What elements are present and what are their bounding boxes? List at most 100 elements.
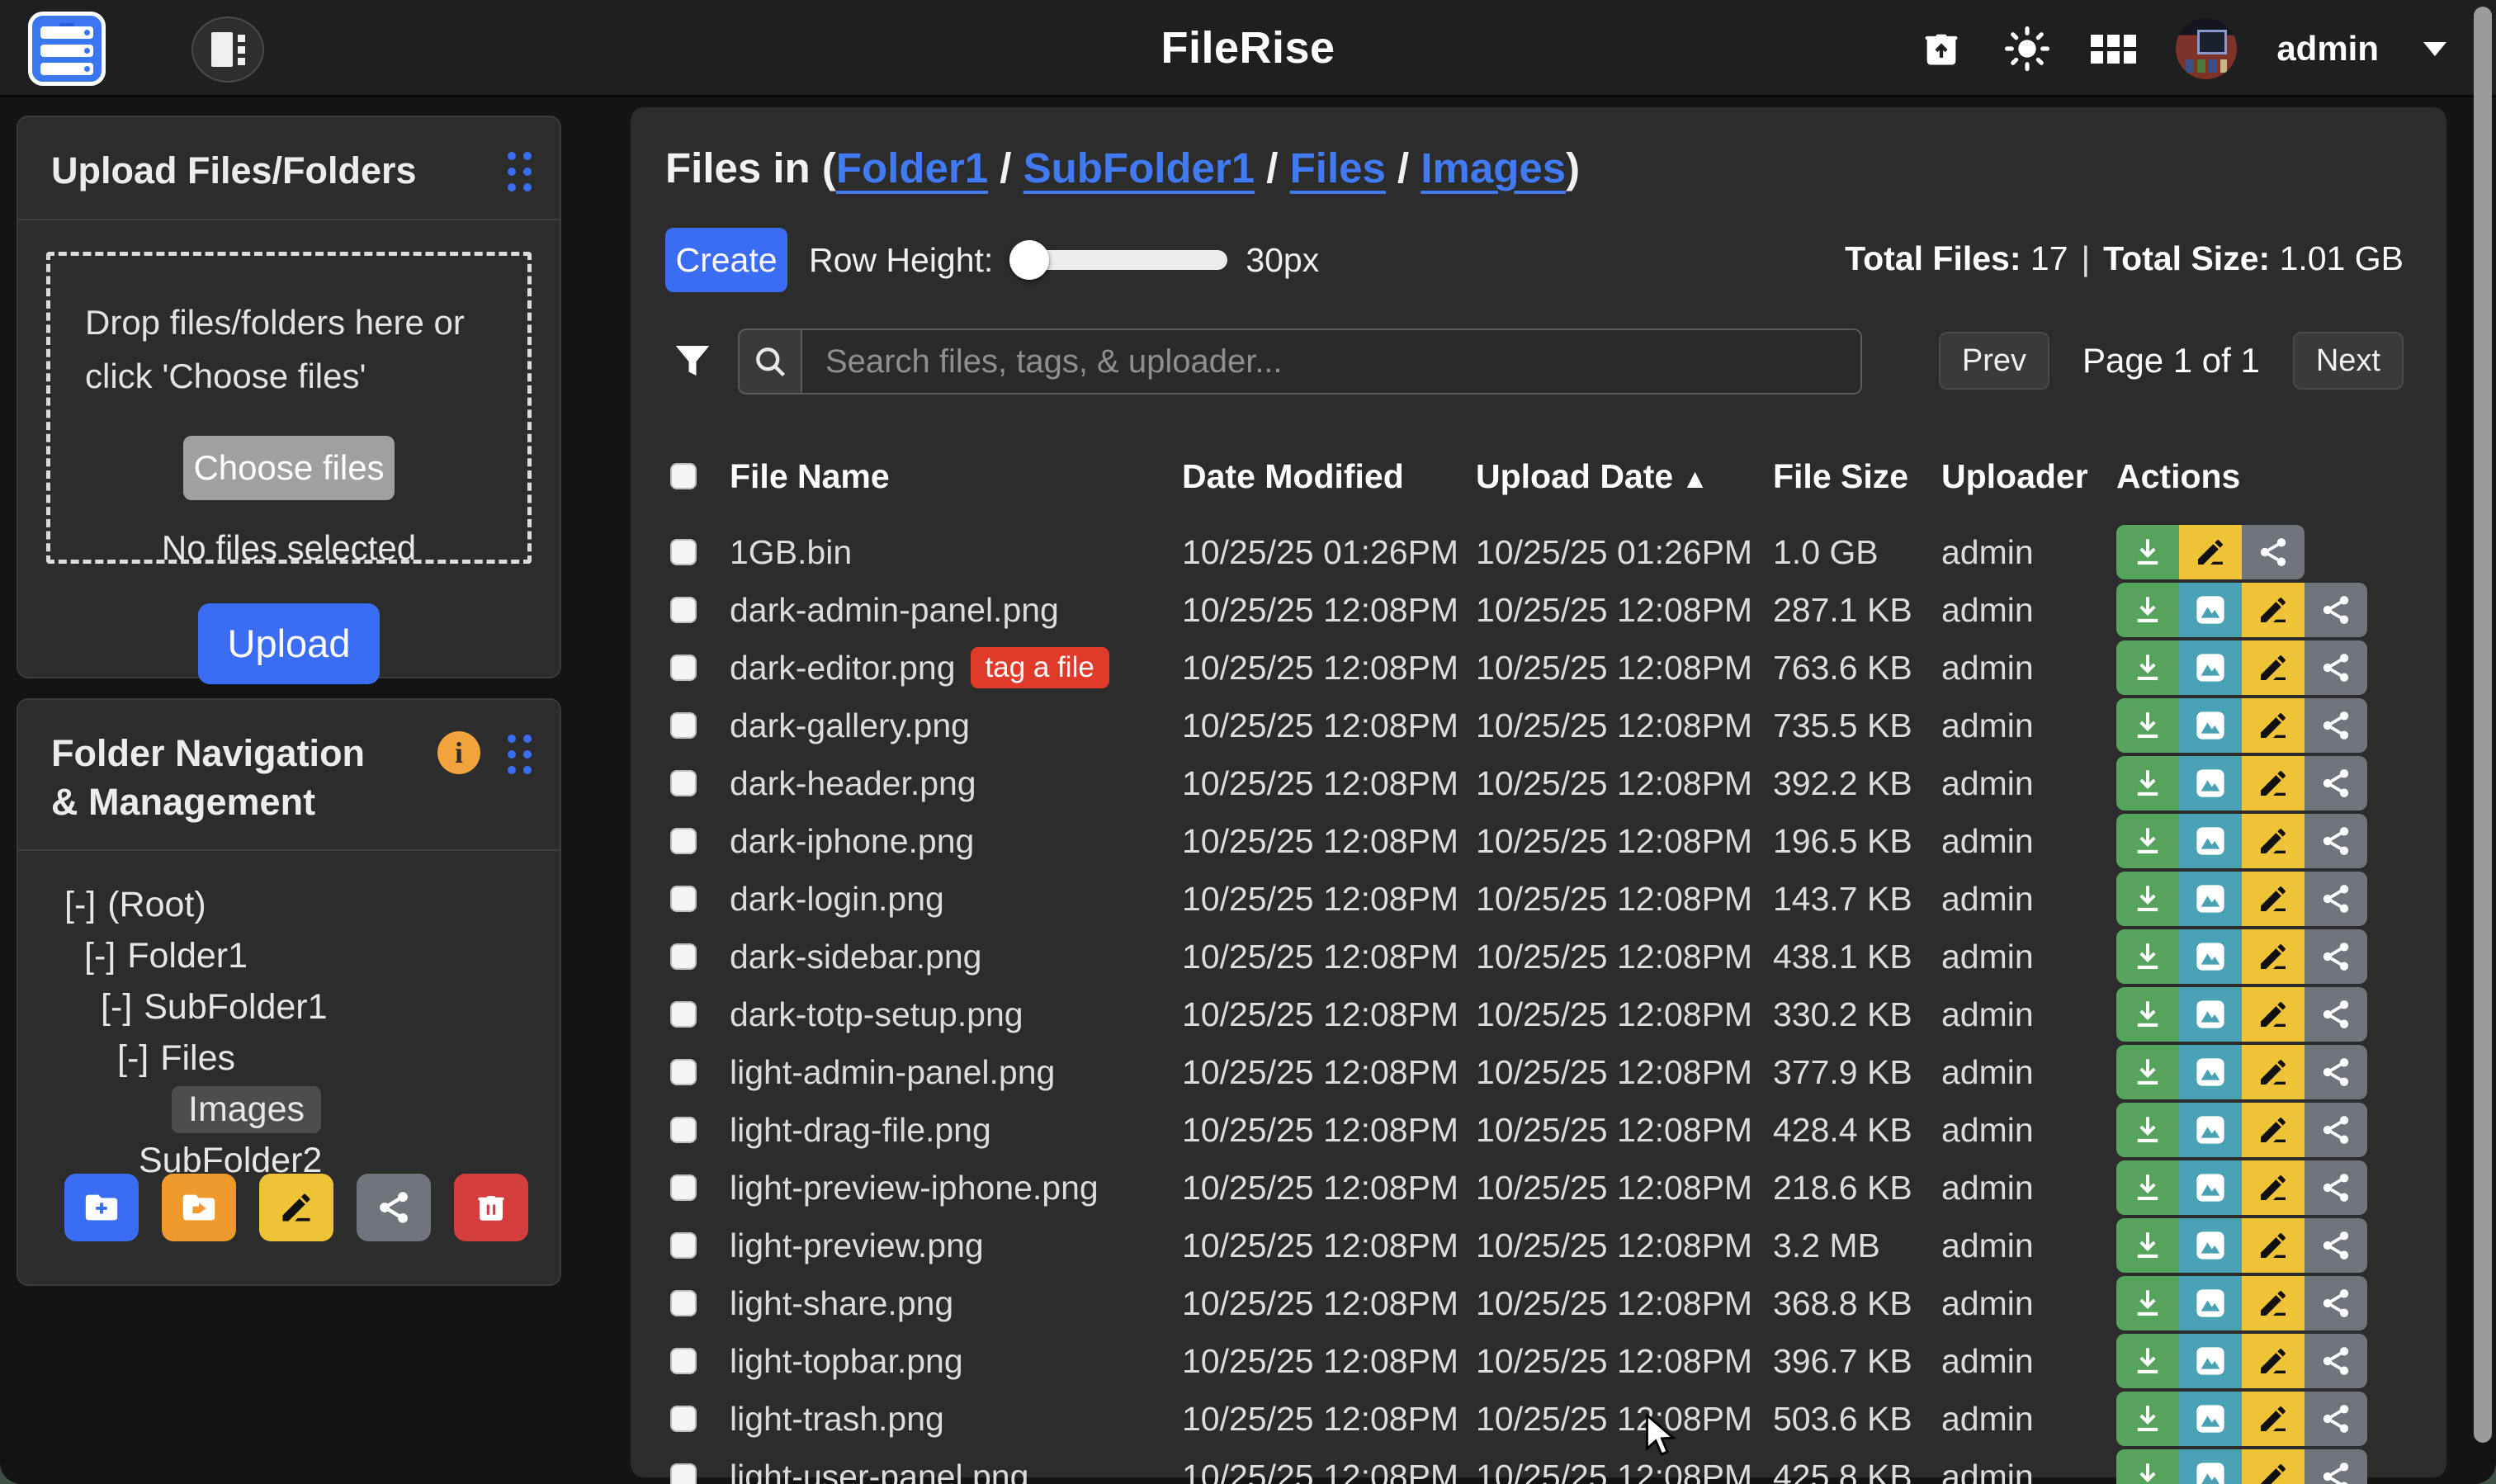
- edit-button[interactable]: [2242, 756, 2305, 811]
- row-checkbox[interactable]: [670, 655, 697, 681]
- preview-button[interactable]: [2179, 1334, 2242, 1388]
- share-button[interactable]: [2305, 1334, 2367, 1388]
- file-name[interactable]: light-user-panel.png: [730, 1458, 1182, 1484]
- upload-button[interactable]: Upload: [198, 603, 380, 684]
- download-button[interactable]: [2116, 1449, 2179, 1484]
- column-header-upload-date[interactable]: Upload Date▲: [1476, 457, 1773, 496]
- file-name[interactable]: dark-admin-panel.png: [730, 591, 1182, 630]
- user-avatar[interactable]: [2176, 18, 2237, 79]
- download-button[interactable]: [2116, 1103, 2179, 1157]
- download-button[interactable]: [2116, 1160, 2179, 1215]
- file-drop-zone[interactable]: Drop files/folders here or click 'Choose…: [46, 252, 532, 564]
- apps-grid-icon[interactable]: [2090, 26, 2136, 72]
- preview-button[interactable]: [2179, 1276, 2242, 1330]
- file-tag-badge[interactable]: tag a file: [971, 647, 1109, 688]
- edit-button[interactable]: [2242, 1334, 2305, 1388]
- edit-button[interactable]: [2242, 640, 2305, 695]
- download-button[interactable]: [2116, 583, 2179, 637]
- search-icon[interactable]: [738, 328, 801, 395]
- edit-button[interactable]: [2242, 1160, 2305, 1215]
- edit-button[interactable]: [2242, 1103, 2305, 1157]
- drag-handle-icon[interactable]: [508, 735, 532, 774]
- edit-button[interactable]: [2242, 1449, 2305, 1484]
- column-header-file-size[interactable]: File Size: [1773, 457, 1941, 496]
- next-page-button[interactable]: Next: [2293, 332, 2404, 390]
- share-button[interactable]: [2305, 1103, 2367, 1157]
- file-name[interactable]: light-preview-iphone.png: [730, 1169, 1182, 1208]
- slider-knob[interactable]: [1009, 240, 1049, 280]
- preview-button[interactable]: [2179, 756, 2242, 811]
- file-name[interactable]: dark-iphone.png: [730, 822, 1182, 861]
- file-name[interactable]: dark-sidebar.png: [730, 938, 1182, 976]
- edit-button[interactable]: [2242, 1276, 2305, 1330]
- column-header-file-name[interactable]: File Name: [730, 457, 1182, 496]
- share-button[interactable]: [2305, 583, 2367, 637]
- collapse-toggle[interactable]: [-]: [84, 936, 116, 976]
- breadcrumb-link-folder1[interactable]: Folder1: [836, 144, 988, 191]
- collapse-toggle[interactable]: [-]: [101, 987, 132, 1028]
- download-button[interactable]: [2116, 1045, 2179, 1099]
- download-button[interactable]: [2116, 698, 2179, 753]
- edit-button[interactable]: [2242, 698, 2305, 753]
- create-button[interactable]: Create: [665, 228, 787, 292]
- preview-button[interactable]: [2179, 1160, 2242, 1215]
- row-checkbox[interactable]: [670, 1232, 697, 1259]
- file-name[interactable]: dark-login.png: [730, 880, 1182, 919]
- folder-label[interactable]: Folder1: [127, 936, 248, 976]
- row-checkbox[interactable]: [670, 539, 697, 565]
- user-name[interactable]: admin: [2276, 29, 2379, 69]
- row-checkbox[interactable]: [670, 1059, 697, 1085]
- download-button[interactable]: [2116, 1334, 2179, 1388]
- search-input[interactable]: [801, 328, 1862, 395]
- share-button[interactable]: [2305, 929, 2367, 984]
- panel-toggle-button[interactable]: [191, 17, 264, 83]
- row-checkbox[interactable]: [670, 1348, 697, 1374]
- download-button[interactable]: [2116, 987, 2179, 1042]
- folder-label[interactable]: SubFolder1: [144, 987, 327, 1028]
- edit-button[interactable]: [2179, 525, 2242, 579]
- file-name[interactable]: light-preview.png: [730, 1226, 1182, 1265]
- preview-button[interactable]: [2179, 814, 2242, 868]
- download-button[interactable]: [2116, 525, 2179, 579]
- row-checkbox[interactable]: [670, 1290, 697, 1316]
- row-checkbox[interactable]: [670, 1117, 697, 1143]
- edit-button[interactable]: [2242, 1392, 2305, 1446]
- file-name[interactable]: light-drag-file.png: [730, 1111, 1182, 1150]
- file-name[interactable]: dark-editor.pngtag a file: [730, 647, 1182, 688]
- share-button[interactable]: [2305, 756, 2367, 811]
- download-button[interactable]: [2116, 872, 2179, 926]
- move-folder-button[interactable]: [162, 1174, 236, 1241]
- delete-folder-button[interactable]: [454, 1174, 528, 1241]
- folder-tree-item-subfolder1[interactable]: [-] SubFolder1: [18, 981, 535, 1033]
- share-button[interactable]: [2305, 1045, 2367, 1099]
- scrollbar-track[interactable]: [2468, 0, 2496, 1484]
- row-checkbox[interactable]: [670, 1174, 697, 1201]
- breadcrumb-link-images[interactable]: Images: [1421, 144, 1566, 191]
- scrollbar-thumb[interactable]: [2474, 7, 2492, 1443]
- preview-button[interactable]: [2179, 583, 2242, 637]
- edit-button[interactable]: [2242, 929, 2305, 984]
- info-icon[interactable]: i: [437, 731, 480, 774]
- create-folder-button[interactable]: [64, 1174, 139, 1241]
- preview-button[interactable]: [2179, 1392, 2242, 1446]
- breadcrumb-link-files[interactable]: Files: [1290, 144, 1386, 191]
- row-checkbox[interactable]: [670, 1406, 697, 1432]
- column-header-uploader[interactable]: Uploader: [1941, 457, 2116, 496]
- download-button[interactable]: [2116, 1392, 2179, 1446]
- trash-restore-icon[interactable]: [1918, 26, 1964, 72]
- preview-button[interactable]: [2179, 929, 2242, 984]
- filerise-logo[interactable]: [28, 12, 106, 86]
- folder-tree-item-root[interactable]: [-](Root): [18, 879, 535, 930]
- edit-button[interactable]: [2242, 1218, 2305, 1273]
- collapse-toggle[interactable]: [-]: [117, 1038, 149, 1079]
- breadcrumb-link-subfolder1[interactable]: SubFolder1: [1023, 144, 1255, 191]
- share-button[interactable]: [2305, 872, 2367, 926]
- choose-files-button[interactable]: Choose files: [183, 436, 395, 500]
- folder-tree-item-folder1[interactable]: [-] Folder1: [18, 930, 535, 981]
- edit-button[interactable]: [2242, 583, 2305, 637]
- preview-button[interactable]: [2179, 987, 2242, 1042]
- download-button[interactable]: [2116, 814, 2179, 868]
- drag-handle-icon[interactable]: [508, 152, 532, 191]
- download-button[interactable]: [2116, 1276, 2179, 1330]
- folder-tree-item-images[interactable]: Images: [18, 1084, 535, 1135]
